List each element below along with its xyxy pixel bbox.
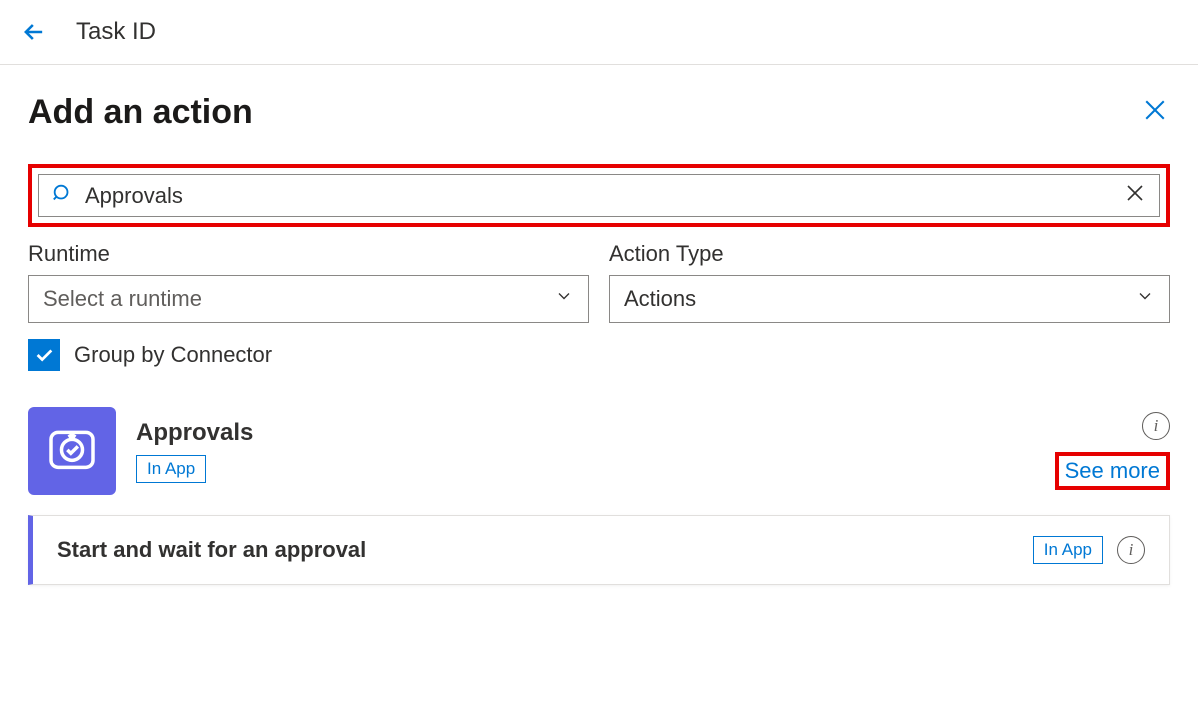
action-card-right: In App i: [1033, 536, 1145, 564]
add-action-panel: Add an action Runtime Select a runtime: [0, 65, 1198, 605]
see-more-link[interactable]: See more: [1065, 458, 1160, 483]
connector-left: Approvals In App: [28, 407, 253, 495]
search-box[interactable]: [38, 174, 1160, 217]
search-input[interactable]: [85, 183, 1111, 209]
filter-row: Runtime Select a runtime Action Type Act…: [28, 241, 1170, 323]
connector-right: i See more: [1055, 412, 1170, 490]
chevron-down-icon: [1135, 286, 1155, 312]
connector-name: Approvals: [136, 419, 253, 447]
action-info-icon[interactable]: i: [1117, 536, 1145, 564]
action-card-start-and-wait[interactable]: Start and wait for an approval In App i: [28, 515, 1170, 585]
clear-search-icon[interactable]: [1123, 181, 1147, 210]
panel-title: Add an action: [28, 93, 253, 132]
back-arrow-icon[interactable]: [20, 18, 48, 46]
actiontype-select[interactable]: Actions: [609, 275, 1170, 323]
connector-info-icon[interactable]: i: [1142, 412, 1170, 440]
connector-info: Approvals In App: [136, 419, 253, 483]
group-by-connector-row: Group by Connector: [28, 339, 1170, 371]
runtime-select[interactable]: Select a runtime: [28, 275, 589, 323]
runtime-label: Runtime: [28, 241, 589, 267]
actiontype-value: Actions: [624, 286, 696, 312]
actiontype-label: Action Type: [609, 241, 1170, 267]
approvals-connector-icon[interactable]: [28, 407, 116, 495]
actiontype-filter-group: Action Type Actions: [609, 241, 1170, 323]
panel-header: Add an action: [28, 93, 1170, 132]
action-badge: In App: [1033, 536, 1103, 564]
see-more-highlight: See more: [1055, 452, 1170, 490]
runtime-filter-group: Runtime Select a runtime: [28, 241, 589, 323]
close-panel-icon[interactable]: [1140, 95, 1170, 130]
group-by-connector-label: Group by Connector: [74, 342, 272, 368]
runtime-placeholder: Select a runtime: [43, 286, 202, 312]
action-card-title: Start and wait for an approval: [57, 537, 366, 563]
search-icon: [51, 182, 73, 209]
search-highlight-box: [28, 164, 1170, 227]
connector-badge: In App: [136, 455, 206, 483]
topbar: Task ID: [0, 0, 1198, 65]
connector-block: Approvals In App i See more: [28, 407, 1170, 495]
chevron-down-icon: [554, 286, 574, 312]
group-by-connector-checkbox[interactable]: [28, 339, 60, 371]
topbar-title: Task ID: [76, 18, 156, 46]
